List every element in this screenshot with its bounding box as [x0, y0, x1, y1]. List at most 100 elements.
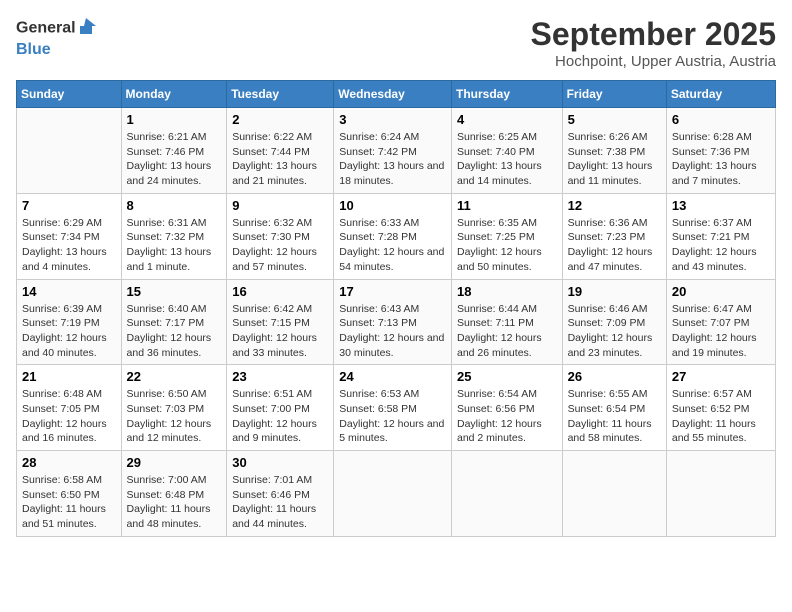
day-number: 22 [127, 369, 222, 384]
calendar-cell: 16 Sunrise: 6:42 AMSunset: 7:15 PMDaylig… [227, 279, 334, 365]
calendar-cell: 14 Sunrise: 6:39 AMSunset: 7:19 PMDaylig… [17, 279, 122, 365]
calendar-cell: 12 Sunrise: 6:36 AMSunset: 7:23 PMDaylig… [562, 193, 666, 279]
day-number: 14 [22, 284, 116, 299]
day-info: Sunrise: 7:01 AMSunset: 6:46 PMDaylight:… [232, 473, 328, 532]
calendar-cell: 25 Sunrise: 6:54 AMSunset: 6:56 PMDaylig… [451, 365, 562, 451]
calendar-cell: 28 Sunrise: 6:58 AMSunset: 6:50 PMDaylig… [17, 451, 122, 537]
day-info: Sunrise: 6:54 AMSunset: 6:56 PMDaylight:… [457, 387, 557, 446]
calendar-cell [451, 451, 562, 537]
calendar-cell: 27 Sunrise: 6:57 AMSunset: 6:52 PMDaylig… [666, 365, 775, 451]
calendar-cell: 21 Sunrise: 6:48 AMSunset: 7:05 PMDaylig… [17, 365, 122, 451]
day-info: Sunrise: 6:35 AMSunset: 7:25 PMDaylight:… [457, 216, 557, 275]
calendar-cell: 23 Sunrise: 6:51 AMSunset: 7:00 PMDaylig… [227, 365, 334, 451]
day-number: 6 [672, 112, 770, 127]
day-info: Sunrise: 6:32 AMSunset: 7:30 PMDaylight:… [232, 216, 328, 275]
day-number: 12 [568, 198, 661, 213]
day-number: 25 [457, 369, 557, 384]
weekday-header-sunday: Sunday [17, 81, 122, 108]
logo-arrow-icon [78, 16, 98, 36]
day-info: Sunrise: 6:21 AMSunset: 7:46 PMDaylight:… [127, 130, 222, 189]
weekday-header-tuesday: Tuesday [227, 81, 334, 108]
weekday-header-saturday: Saturday [666, 81, 775, 108]
calendar-cell: 17 Sunrise: 6:43 AMSunset: 7:13 PMDaylig… [334, 279, 452, 365]
weekday-header-thursday: Thursday [451, 81, 562, 108]
day-number: 13 [672, 198, 770, 213]
weekday-header-row: SundayMondayTuesdayWednesdayThursdayFrid… [17, 81, 776, 108]
day-number: 5 [568, 112, 661, 127]
calendar-cell [334, 451, 452, 537]
day-info: Sunrise: 6:25 AMSunset: 7:40 PMDaylight:… [457, 130, 557, 189]
day-number: 4 [457, 112, 557, 127]
logo: General Blue [16, 16, 98, 58]
calendar-cell: 5 Sunrise: 6:26 AMSunset: 7:38 PMDayligh… [562, 108, 666, 194]
calendar-cell [562, 451, 666, 537]
calendar-cell: 11 Sunrise: 6:35 AMSunset: 7:25 PMDaylig… [451, 193, 562, 279]
day-info: Sunrise: 6:50 AMSunset: 7:03 PMDaylight:… [127, 387, 222, 446]
day-number: 17 [339, 284, 446, 299]
day-number: 20 [672, 284, 770, 299]
calendar-cell: 15 Sunrise: 6:40 AMSunset: 7:17 PMDaylig… [121, 279, 227, 365]
day-info: Sunrise: 6:44 AMSunset: 7:11 PMDaylight:… [457, 302, 557, 361]
day-info: Sunrise: 6:26 AMSunset: 7:38 PMDaylight:… [568, 130, 661, 189]
day-info: Sunrise: 6:55 AMSunset: 6:54 PMDaylight:… [568, 387, 661, 446]
day-info: Sunrise: 6:42 AMSunset: 7:15 PMDaylight:… [232, 302, 328, 361]
day-info: Sunrise: 6:28 AMSunset: 7:36 PMDaylight:… [672, 130, 770, 189]
calendar-cell: 22 Sunrise: 6:50 AMSunset: 7:03 PMDaylig… [121, 365, 227, 451]
weekday-header-friday: Friday [562, 81, 666, 108]
day-info: Sunrise: 6:40 AMSunset: 7:17 PMDaylight:… [127, 302, 222, 361]
day-info: Sunrise: 6:43 AMSunset: 7:13 PMDaylight:… [339, 302, 446, 361]
title-area: September 2025 Hochpoint, Upper Austria,… [531, 16, 776, 70]
day-number: 28 [22, 455, 116, 470]
calendar-cell: 6 Sunrise: 6:28 AMSunset: 7:36 PMDayligh… [666, 108, 775, 194]
header: General Blue September 2025 Hochpoint, U… [16, 16, 776, 70]
day-number: 26 [568, 369, 661, 384]
day-info: Sunrise: 6:53 AMSunset: 6:58 PMDaylight:… [339, 387, 446, 446]
week-row-2: 7 Sunrise: 6:29 AMSunset: 7:34 PMDayligh… [17, 193, 776, 279]
day-info: Sunrise: 6:22 AMSunset: 7:44 PMDaylight:… [232, 130, 328, 189]
calendar-cell: 1 Sunrise: 6:21 AMSunset: 7:46 PMDayligh… [121, 108, 227, 194]
calendar-cell: 7 Sunrise: 6:29 AMSunset: 7:34 PMDayligh… [17, 193, 122, 279]
calendar-cell: 26 Sunrise: 6:55 AMSunset: 6:54 PMDaylig… [562, 365, 666, 451]
month-title: September 2025 [531, 16, 776, 53]
calendar-cell: 19 Sunrise: 6:46 AMSunset: 7:09 PMDaylig… [562, 279, 666, 365]
day-number: 10 [339, 198, 446, 213]
day-number: 23 [232, 369, 328, 384]
day-info: Sunrise: 6:24 AMSunset: 7:42 PMDaylight:… [339, 130, 446, 189]
week-row-3: 14 Sunrise: 6:39 AMSunset: 7:19 PMDaylig… [17, 279, 776, 365]
calendar-cell: 29 Sunrise: 7:00 AMSunset: 6:48 PMDaylig… [121, 451, 227, 537]
day-info: Sunrise: 6:47 AMSunset: 7:07 PMDaylight:… [672, 302, 770, 361]
day-info: Sunrise: 6:51 AMSunset: 7:00 PMDaylight:… [232, 387, 328, 446]
day-number: 18 [457, 284, 557, 299]
day-number: 9 [232, 198, 328, 213]
day-number: 30 [232, 455, 328, 470]
day-info: Sunrise: 6:57 AMSunset: 6:52 PMDaylight:… [672, 387, 770, 446]
calendar-cell: 8 Sunrise: 6:31 AMSunset: 7:32 PMDayligh… [121, 193, 227, 279]
week-row-1: 1 Sunrise: 6:21 AMSunset: 7:46 PMDayligh… [17, 108, 776, 194]
calendar-cell: 20 Sunrise: 6:47 AMSunset: 7:07 PMDaylig… [666, 279, 775, 365]
calendar-cell: 2 Sunrise: 6:22 AMSunset: 7:44 PMDayligh… [227, 108, 334, 194]
weekday-header-wednesday: Wednesday [334, 81, 452, 108]
day-info: Sunrise: 6:36 AMSunset: 7:23 PMDaylight:… [568, 216, 661, 275]
calendar-cell: 18 Sunrise: 6:44 AMSunset: 7:11 PMDaylig… [451, 279, 562, 365]
day-number: 19 [568, 284, 661, 299]
calendar-cell: 13 Sunrise: 6:37 AMSunset: 7:21 PMDaylig… [666, 193, 775, 279]
day-number: 16 [232, 284, 328, 299]
day-info: Sunrise: 6:33 AMSunset: 7:28 PMDaylight:… [339, 216, 446, 275]
calendar-cell [17, 108, 122, 194]
calendar-cell [666, 451, 775, 537]
week-row-5: 28 Sunrise: 6:58 AMSunset: 6:50 PMDaylig… [17, 451, 776, 537]
day-number: 27 [672, 369, 770, 384]
day-info: Sunrise: 6:39 AMSunset: 7:19 PMDaylight:… [22, 302, 116, 361]
calendar-cell: 30 Sunrise: 7:01 AMSunset: 6:46 PMDaylig… [227, 451, 334, 537]
logo-blue: Blue [16, 41, 98, 59]
day-number: 21 [22, 369, 116, 384]
day-info: Sunrise: 6:29 AMSunset: 7:34 PMDaylight:… [22, 216, 116, 275]
day-number: 11 [457, 198, 557, 213]
day-number: 7 [22, 198, 116, 213]
calendar-cell: 10 Sunrise: 6:33 AMSunset: 7:28 PMDaylig… [334, 193, 452, 279]
day-number: 3 [339, 112, 446, 127]
day-info: Sunrise: 6:46 AMSunset: 7:09 PMDaylight:… [568, 302, 661, 361]
day-info: Sunrise: 6:48 AMSunset: 7:05 PMDaylight:… [22, 387, 116, 446]
calendar-cell: 9 Sunrise: 6:32 AMSunset: 7:30 PMDayligh… [227, 193, 334, 279]
day-number: 29 [127, 455, 222, 470]
